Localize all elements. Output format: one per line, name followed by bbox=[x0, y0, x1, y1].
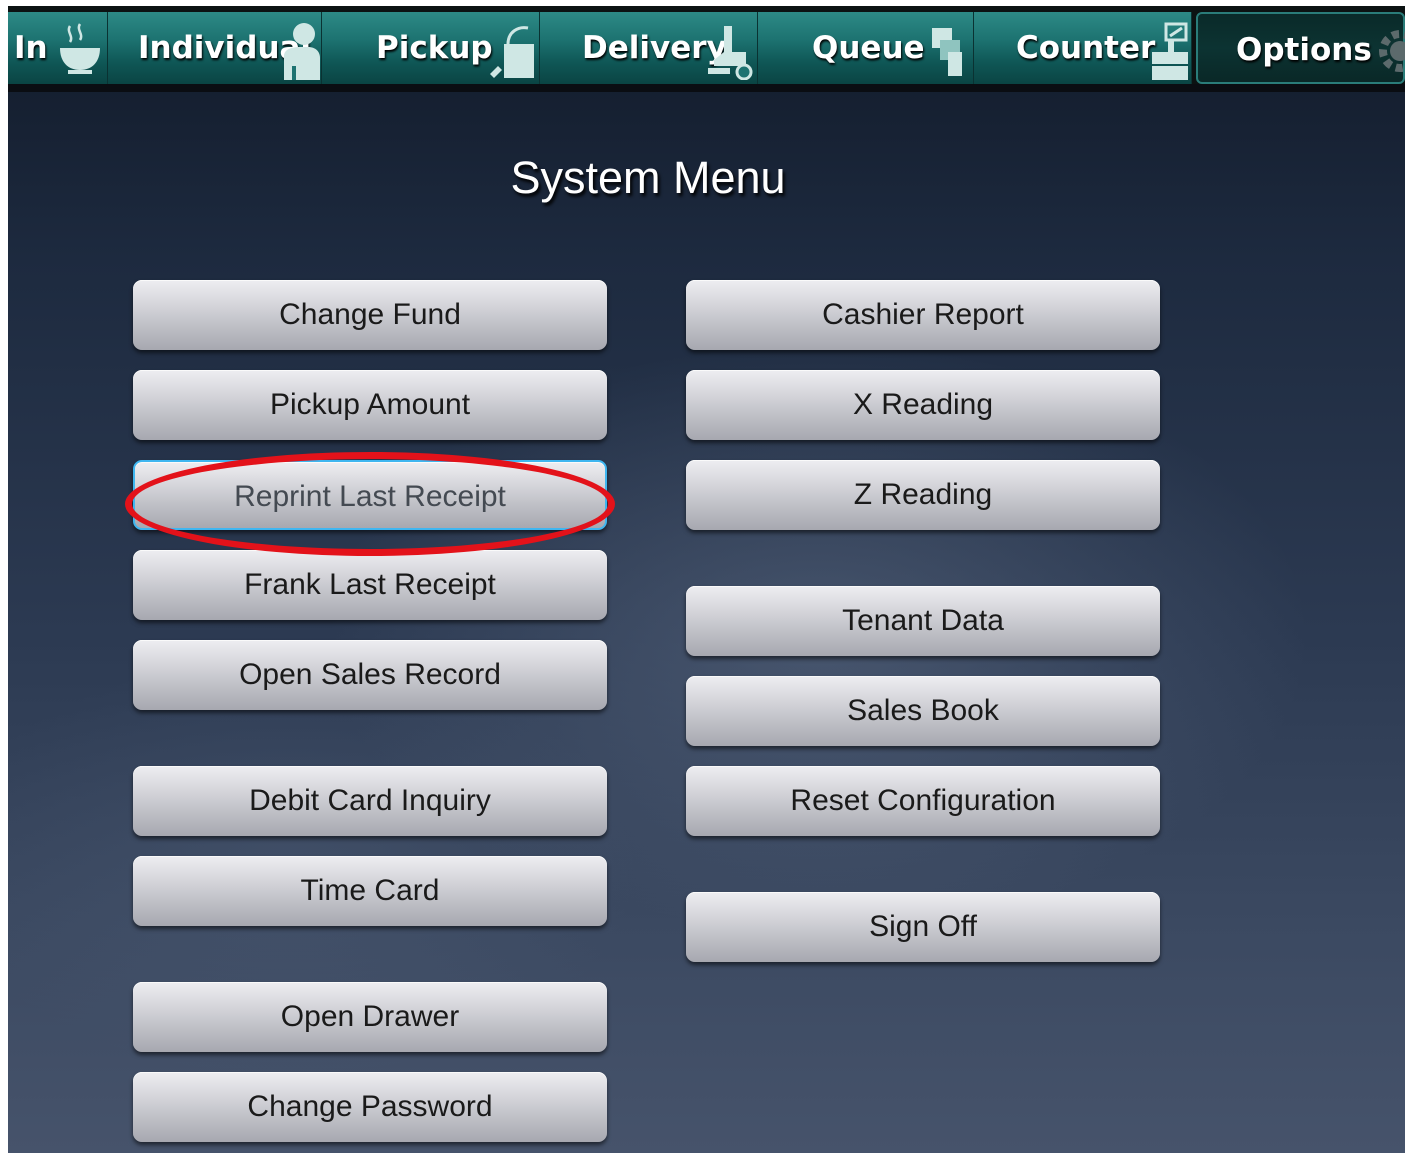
change-fund-button[interactable]: Change Fund bbox=[133, 280, 607, 350]
pickup-amount-button[interactable]: Pickup Amount bbox=[133, 370, 607, 440]
change-password-button[interactable]: Change Password bbox=[133, 1072, 607, 1142]
tab-label: Counter bbox=[1016, 30, 1156, 66]
top-navigation-bar: In Individual Pickup Delivery Queue Coun… bbox=[8, 6, 1405, 92]
pos-screen: In Individual Pickup Delivery Queue Coun… bbox=[8, 6, 1405, 1153]
tab-options[interactable]: Options bbox=[1196, 12, 1405, 84]
tab-delivery[interactable]: Delivery bbox=[540, 12, 758, 84]
highlight-annotation-ring bbox=[125, 452, 615, 556]
person-icon bbox=[280, 22, 320, 84]
tab-individual[interactable]: Individual bbox=[108, 12, 322, 84]
gear-icon bbox=[1372, 24, 1405, 82]
reset-configuration-button[interactable]: Reset Configuration bbox=[686, 766, 1160, 836]
sales-book-button[interactable]: Sales Book bbox=[686, 676, 1160, 746]
tab-queue[interactable]: Queue bbox=[758, 12, 974, 84]
time-card-button[interactable]: Time Card bbox=[133, 856, 607, 926]
delivery-icon bbox=[706, 22, 756, 84]
tab-pickup[interactable]: Pickup bbox=[322, 12, 540, 84]
tab-label: Options bbox=[1236, 32, 1372, 68]
bag-icon bbox=[488, 22, 538, 84]
tab-counter[interactable]: Counter bbox=[974, 12, 1192, 84]
tab-label: In bbox=[14, 30, 48, 66]
z-reading-button[interactable]: Z Reading bbox=[686, 460, 1160, 530]
tenant-data-button[interactable]: Tenant Data bbox=[686, 586, 1160, 656]
frank-last-receipt-button[interactable]: Frank Last Receipt bbox=[133, 550, 607, 620]
steaming-bowl-icon bbox=[58, 22, 102, 80]
x-reading-button[interactable]: X Reading bbox=[686, 370, 1160, 440]
register-icon bbox=[1148, 22, 1190, 86]
debit-card-inquiry-button[interactable]: Debit Card Inquiry bbox=[133, 766, 607, 836]
open-drawer-button[interactable]: Open Drawer bbox=[133, 982, 607, 1052]
page-title: System Menu bbox=[510, 152, 786, 203]
open-sales-record-button[interactable]: Open Sales Record bbox=[133, 640, 607, 710]
tab-label: Pickup bbox=[376, 30, 493, 66]
tab-label: Queue bbox=[812, 30, 925, 66]
cashier-report-button[interactable]: Cashier Report bbox=[686, 280, 1160, 350]
sign-off-button[interactable]: Sign Off bbox=[686, 892, 1160, 962]
tab-in[interactable]: In bbox=[8, 12, 108, 84]
queue-icon bbox=[928, 22, 968, 84]
